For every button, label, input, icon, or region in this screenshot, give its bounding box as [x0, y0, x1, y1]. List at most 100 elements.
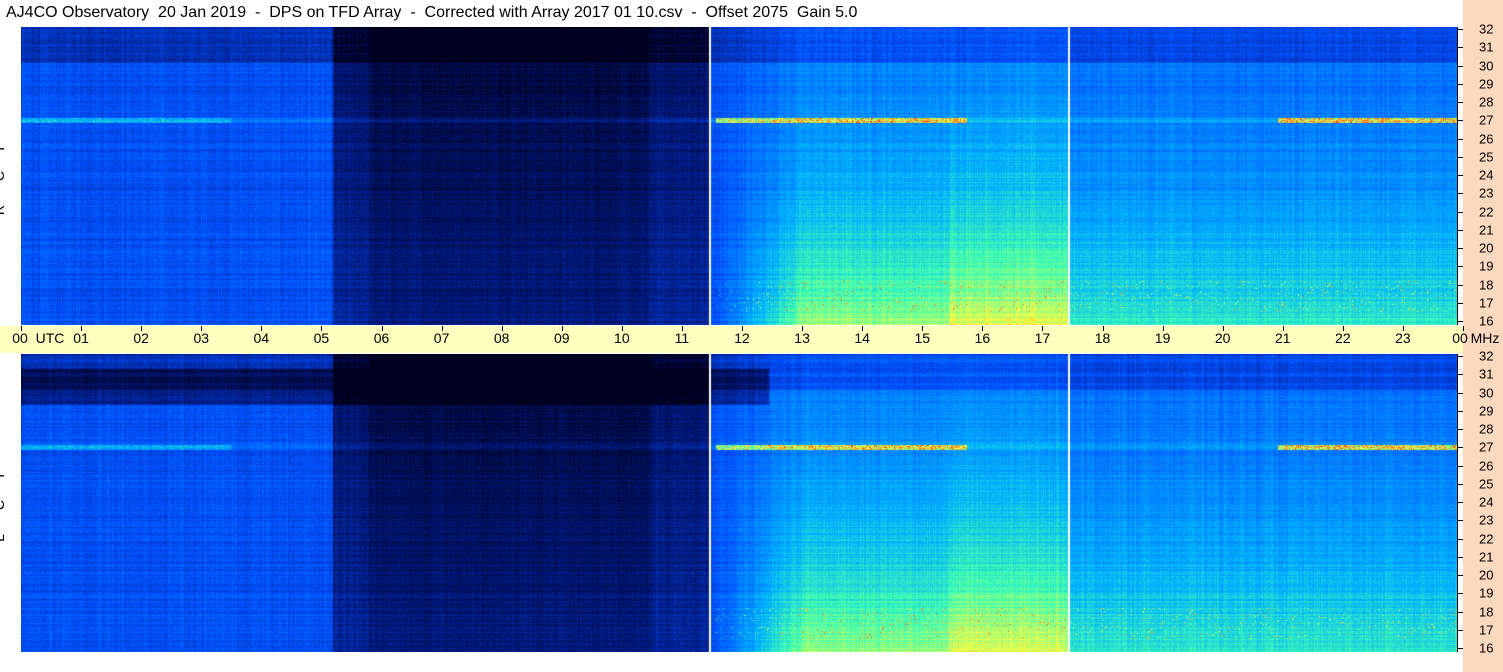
time-tick-mark	[742, 326, 743, 331]
frequency-tick-label: 23	[1479, 512, 1494, 528]
frequency-tick-label: 28	[1479, 421, 1494, 437]
time-tick-mark	[1102, 326, 1104, 331]
time-tick-mark	[802, 326, 804, 331]
frequency-axis-rcp: 32 31 30 29 28 27 26 25 24 23 22 21 20 19 18 17 16	[1457, 22, 1503, 329]
frequency-tick-mark	[1457, 593, 1463, 595]
frequency-tick-mark	[1457, 356, 1463, 357]
frequency-unit-label: MHz	[1470, 330, 1500, 346]
frequency-tick-mark	[1457, 248, 1463, 249]
time-tick-mark	[441, 326, 443, 331]
time-tick-mark	[501, 326, 503, 331]
time-axis: 00 01 02 03 04 05 06 07 08 09 10 11 12 13 14 15 16 17 18 19…	[0, 326, 1499, 353]
time-tick-mark	[1402, 326, 1404, 331]
lcp-label-l: L	[0, 520, 17, 556]
frequency-tick-mark	[1457, 156, 1463, 158]
time-tick-label: 03	[193, 330, 210, 346]
frequency-tick-label: 20	[1479, 567, 1494, 583]
frequency-tick-label: 31	[1479, 366, 1494, 382]
time-tick-label: 04	[253, 330, 270, 346]
frequency-tick-mark	[1457, 120, 1463, 122]
frequency-tick-label: 19	[1479, 258, 1494, 274]
frequency-axis-line	[1457, 354, 1458, 652]
time-tick-mark	[21, 326, 22, 331]
spectrogram-lcp	[21, 354, 1457, 652]
lcp-label-c: C	[0, 487, 17, 523]
time-unit-label: UTC	[35, 330, 65, 346]
frequency-tick-label: 31	[1479, 39, 1494, 55]
time-tick-mark	[862, 326, 864, 331]
frequency-tick-label: 18	[1479, 604, 1494, 619]
frequency-tick-label: 30	[1479, 58, 1494, 73]
frequency-tick-mark	[1457, 410, 1463, 412]
frequency-tick-mark	[1457, 102, 1463, 103]
frequency-tick-label: 28	[1479, 94, 1494, 110]
frequency-tick-mark	[1457, 47, 1463, 49]
time-tick-mark	[1282, 326, 1284, 331]
time-tick-mark	[201, 326, 203, 331]
frequency-tick-mark	[1457, 229, 1463, 231]
time-tick-label: 02	[133, 330, 149, 346]
frequency-tick-mark	[1457, 302, 1463, 304]
time-tick-mark	[982, 326, 984, 331]
time-tick-label: 14	[854, 330, 870, 346]
frequency-tick-mark	[1457, 138, 1463, 140]
time-tick-mark	[1042, 326, 1044, 331]
chart-title: AJ4CO Observatory 20 Jan 2019 - DPS on T…	[6, 4, 858, 21]
frequency-tick-label: 26	[1479, 131, 1494, 146]
time-tick-label: 11	[674, 330, 690, 346]
time-tick-label: 00	[12, 330, 28, 346]
frequency-tick-mark	[1457, 29, 1463, 30]
frequency-tick-label: 17	[1479, 622, 1494, 638]
frequency-tick-label: 22	[1479, 531, 1494, 546]
time-tick-mark	[621, 326, 623, 331]
frequency-tick-mark	[1457, 374, 1463, 376]
frequency-axis-lcp: 32 31 30 29 28 27 26 25 24 23 22 21 20 19 18 17 16	[1457, 349, 1503, 656]
frequency-tick-mark	[1457, 447, 1463, 449]
frequency-tick-mark	[1457, 611, 1463, 613]
time-tick-label: 17	[1034, 330, 1051, 346]
frequency-tick-mark	[1457, 483, 1463, 485]
frequency-tick-label: 18	[1479, 277, 1494, 292]
time-tick-label: 10	[614, 330, 630, 346]
frequency-tick-mark	[1457, 83, 1463, 85]
rcp-letter-c: C	[0, 168, 27, 184]
time-tick-mark	[561, 326, 563, 331]
frequency-tick-label: 20	[1479, 240, 1494, 256]
frequency-tick-label: 26	[1479, 458, 1494, 473]
lcp-label: P	[0, 455, 17, 491]
frequency-tick-label: 24	[1479, 494, 1494, 510]
time-tick-label: 00	[1452, 330, 1468, 346]
time-tick-mark	[321, 326, 323, 331]
frequency-tick-label: 16	[1479, 313, 1494, 329]
time-tick-mark	[261, 326, 263, 331]
time-tick-label: 18	[1094, 330, 1111, 346]
frequency-tick-label: 21	[1479, 549, 1494, 565]
frequency-tick-label: 23	[1479, 185, 1494, 201]
lcp-letter-c: C	[0, 497, 27, 513]
frequency-tick-label: 25	[1479, 476, 1494, 492]
frequency-tick-label: 16	[1479, 640, 1494, 656]
time-tick-label: 19	[1154, 330, 1171, 346]
frequency-tick-mark	[1457, 321, 1463, 322]
spectrogram-rcp	[21, 27, 1457, 325]
frequency-tick-mark	[1457, 266, 1463, 268]
frequency-tick-label: 32	[1479, 21, 1494, 37]
lcp-letter-p: P	[0, 465, 27, 481]
frequency-tick-label: 27	[1479, 112, 1494, 128]
time-tick-mark	[1463, 326, 1464, 331]
time-tick-label: 13	[794, 330, 810, 346]
frequency-tick-mark	[1457, 392, 1463, 394]
time-tick-mark	[922, 326, 924, 331]
frequency-tick-label: 30	[1479, 385, 1494, 400]
rcp-letter-p: P	[0, 138, 27, 154]
time-tick-label: 01	[73, 330, 89, 346]
lcp-letter-l: L	[0, 530, 27, 546]
frequency-tick-mark	[1457, 429, 1463, 430]
time-tick-mark	[1342, 326, 1344, 331]
time-tick-mark	[81, 326, 83, 331]
frequency-tick-mark	[1457, 211, 1463, 213]
frequency-tick-label: 19	[1479, 585, 1494, 601]
time-tick-label: 12	[734, 330, 750, 346]
frequency-tick-mark	[1457, 502, 1463, 503]
rcp-letter-r: R	[0, 202, 27, 218]
